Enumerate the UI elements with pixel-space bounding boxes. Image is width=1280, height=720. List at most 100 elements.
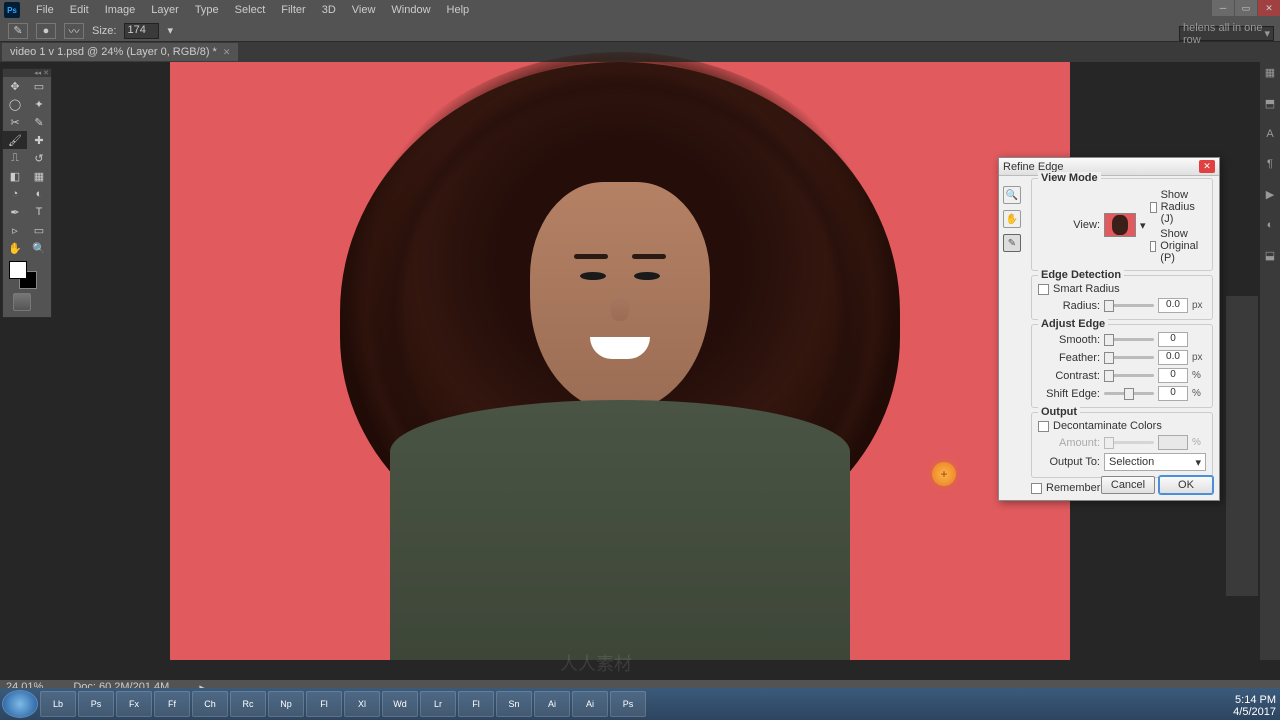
hand-tool[interactable]: ✋ (3, 239, 27, 257)
color-swatches[interactable] (9, 261, 39, 287)
feather-slider[interactable] (1104, 356, 1154, 359)
menu-image[interactable]: Image (97, 1, 144, 19)
panel-icon[interactable]: ▦ (1265, 66, 1275, 79)
tool-preset-icon[interactable]: ✎ (8, 23, 28, 39)
collapse-icon[interactable]: ◂◂ (34, 69, 41, 77)
remember-checkbox[interactable] (1031, 483, 1042, 494)
canvas[interactable]: + (170, 62, 1070, 660)
taskbar-item[interactable]: Ai (534, 691, 570, 717)
wand-tool[interactable]: ✦ (27, 95, 51, 113)
foreground-color[interactable] (9, 261, 27, 279)
tray-date: 4/5/2017 (1233, 706, 1276, 718)
menu-window[interactable]: Window (383, 1, 438, 19)
decontaminate-checkbox[interactable] (1038, 421, 1049, 432)
blur-tool[interactable]: ◔ (3, 185, 27, 203)
taskbar-item[interactable]: Ps (610, 691, 646, 717)
menu-layer[interactable]: Layer (143, 1, 187, 19)
zoom-icon[interactable]: 🔍 (1003, 186, 1021, 204)
maximize-button[interactable]: ▭ (1235, 0, 1257, 16)
cancel-button[interactable]: Cancel (1101, 476, 1155, 494)
size-slider-icon[interactable]: ▾ (167, 24, 173, 37)
menu-filter[interactable]: Filter (273, 1, 313, 19)
brush-tool[interactable]: 🖌 (3, 131, 27, 149)
menu-help[interactable]: Help (439, 1, 478, 19)
dodge-tool[interactable]: ◐ (27, 185, 51, 203)
taskbar-item[interactable]: Lr (420, 691, 456, 717)
show-radius-checkbox[interactable] (1150, 202, 1157, 213)
panel-icon[interactable]: ¶ (1267, 158, 1273, 170)
smart-radius-checkbox[interactable] (1038, 284, 1049, 295)
panel-icon[interactable]: ▶ (1266, 188, 1274, 201)
menu-select[interactable]: Select (227, 1, 274, 19)
crop-tool[interactable]: ✂ (3, 113, 27, 131)
dialog-close-button[interactable]: ✕ (1199, 160, 1215, 173)
refine-brush-icon[interactable]: ✎ (1003, 234, 1021, 252)
taskbar-item[interactable]: Ps (78, 691, 114, 717)
lasso-tool[interactable]: ◯ (3, 95, 27, 113)
panel-icon[interactable]: ◐ (1267, 219, 1274, 231)
radius-value[interactable]: 0.0 (1158, 298, 1188, 313)
marquee-tool[interactable]: ▭ (27, 77, 51, 95)
system-tray[interactable]: 5:14 PM 4/5/2017 (1233, 694, 1276, 718)
close-button[interactable]: ✕ (1258, 0, 1280, 16)
taskbar-item[interactable]: Xl (344, 691, 380, 717)
feather-value[interactable]: 0.0 (1158, 350, 1188, 365)
panel-icon[interactable]: ⬓ (1265, 249, 1275, 262)
shift-value[interactable]: 0 (1158, 386, 1188, 401)
stamp-tool[interactable]: ⎍ (3, 149, 27, 167)
taskbar-item[interactable]: Np (268, 691, 304, 717)
taskbar-item[interactable]: Sn (496, 691, 532, 717)
show-original-checkbox[interactable] (1150, 241, 1157, 252)
contrast-slider[interactable] (1104, 374, 1154, 377)
history-brush-tool[interactable]: ↺ (27, 149, 51, 167)
taskbar-item[interactable]: Ff (154, 691, 190, 717)
taskbar-item[interactable]: Wd (382, 691, 418, 717)
menu-edit[interactable]: Edit (62, 1, 97, 19)
dialog-titlebar[interactable]: Refine Edge ✕ (999, 158, 1219, 176)
zoom-tool[interactable]: 🔍 (27, 239, 51, 257)
workspace-switcher[interactable]: helens all in one row▾ (1179, 26, 1274, 41)
smooth-slider[interactable] (1104, 338, 1154, 341)
document-tab[interactable]: video 1 v 1.psd @ 24% (Layer 0, RGB/8) *… (2, 43, 238, 61)
pen-tool[interactable]: ✒ (3, 203, 27, 221)
move-tool[interactable]: ✥ (3, 77, 27, 95)
panel-icon[interactable]: A (1266, 128, 1273, 140)
panel-icon[interactable]: ⬒ (1265, 97, 1275, 110)
taskbar-item[interactable]: Lb (40, 691, 76, 717)
brush-preset-icon[interactable]: ● (36, 23, 56, 39)
type-tool[interactable]: T (27, 203, 51, 221)
view-thumbnail[interactable] (1104, 213, 1136, 237)
shift-slider[interactable] (1104, 392, 1154, 395)
brush-mode-icon[interactable]: 〰 (64, 23, 84, 39)
ok-button[interactable]: OK (1159, 476, 1213, 494)
contrast-value[interactable]: 0 (1158, 368, 1188, 383)
eraser-tool[interactable]: ◧ (3, 167, 27, 185)
start-button[interactable] (2, 690, 38, 718)
eyedropper-tool[interactable]: ✎ (27, 113, 51, 131)
hand-icon[interactable]: ✋ (1003, 210, 1021, 228)
chevron-down-icon[interactable]: ▾ (1140, 219, 1146, 232)
shape-tool[interactable]: ▭ (27, 221, 51, 239)
taskbar-item[interactable]: Fx (116, 691, 152, 717)
minimize-button[interactable]: ─ (1212, 0, 1234, 16)
collapsed-panels[interactable] (1226, 296, 1258, 596)
menu-file[interactable]: File (28, 1, 62, 19)
close-icon[interactable]: ✕ (43, 69, 49, 77)
menu-view[interactable]: View (344, 1, 384, 19)
radius-slider[interactable] (1104, 304, 1154, 307)
heal-tool[interactable]: ✚ (27, 131, 51, 149)
tab-close-icon[interactable]: ✕ (223, 47, 231, 58)
taskbar-item[interactable]: Fl (306, 691, 342, 717)
taskbar-item[interactable]: Rc (230, 691, 266, 717)
quick-mask-toggle[interactable] (13, 293, 31, 311)
smooth-value[interactable]: 0 (1158, 332, 1188, 347)
output-to-dropdown[interactable]: Selection▾ (1104, 453, 1206, 471)
size-input[interactable]: 174 (124, 23, 159, 39)
taskbar-item[interactable]: Ai (572, 691, 608, 717)
menu-3d[interactable]: 3D (314, 1, 344, 19)
menu-type[interactable]: Type (187, 1, 227, 19)
taskbar-item[interactable]: Fl (458, 691, 494, 717)
path-tool[interactable]: ▹ (3, 221, 27, 239)
gradient-tool[interactable]: ▦ (27, 167, 51, 185)
taskbar-item[interactable]: Ch (192, 691, 228, 717)
